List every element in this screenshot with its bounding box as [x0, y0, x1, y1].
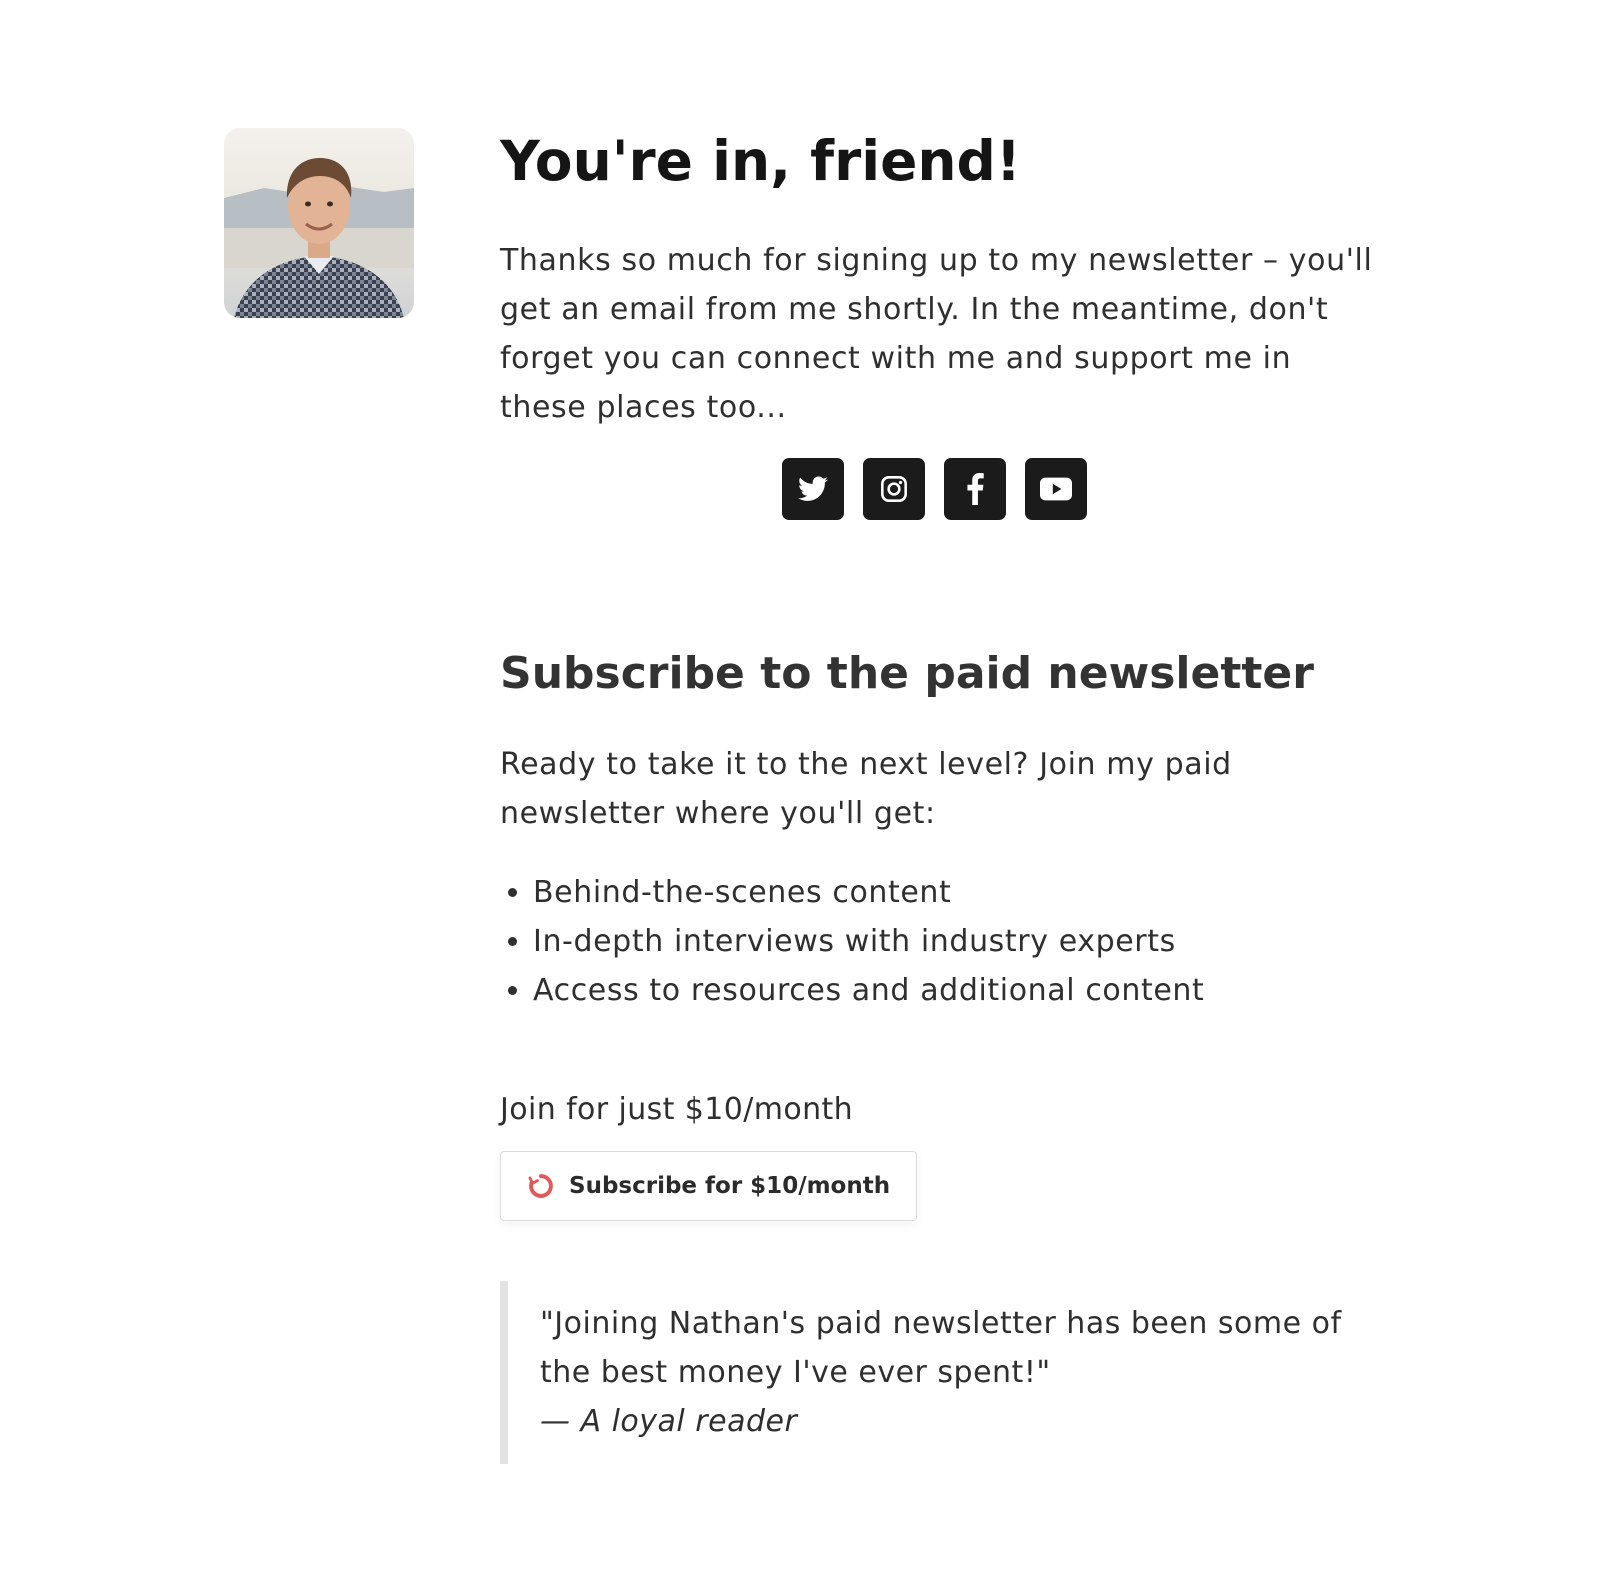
facebook-icon: [967, 473, 984, 505]
subscribe-button[interactable]: Subscribe for $10/month: [500, 1151, 918, 1221]
quote-text: "Joining Nathan's paid newsletter has be…: [540, 1306, 1342, 1390]
intro-text: Thanks so much for signing up to my news…: [500, 243, 1373, 425]
avatar: [224, 128, 414, 318]
youtube-icon: [1040, 477, 1072, 501]
testimonial-quote: "Joining Nathan's paid newsletter has be…: [500, 1281, 1380, 1464]
benefits-list: Behind-the-scenes content In-depth inter…: [500, 868, 1380, 1015]
page-title: You're in, friend!: [500, 129, 1021, 193]
quote-attribution: — A loyal reader: [540, 1404, 798, 1439]
instagram-icon: [881, 476, 907, 502]
subscribe-button-label: Subscribe for $10/month: [569, 1173, 891, 1199]
price-text: Join for just $10/month: [500, 1092, 854, 1127]
refresh-circle-icon: [528, 1174, 553, 1198]
list-item: Behind-the-scenes content: [533, 868, 1380, 917]
profile-photo: [224, 128, 414, 318]
social-links: [782, 458, 1380, 520]
paid-section-title: Subscribe to the paid newsletter: [500, 648, 1314, 699]
twitter-button[interactable]: [782, 458, 844, 520]
list-item: In-depth interviews with industry expert…: [533, 917, 1380, 966]
twitter-icon: [798, 476, 828, 501]
paid-lead-text: Ready to take it to the next level? Join…: [500, 747, 1232, 831]
youtube-button[interactable]: [1025, 458, 1087, 520]
main-content: You're in, friend! Thanks so much for si…: [500, 120, 1380, 1464]
instagram-button[interactable]: [863, 458, 925, 520]
list-item: Access to resources and additional conte…: [533, 966, 1380, 1015]
facebook-button[interactable]: [944, 458, 1006, 520]
